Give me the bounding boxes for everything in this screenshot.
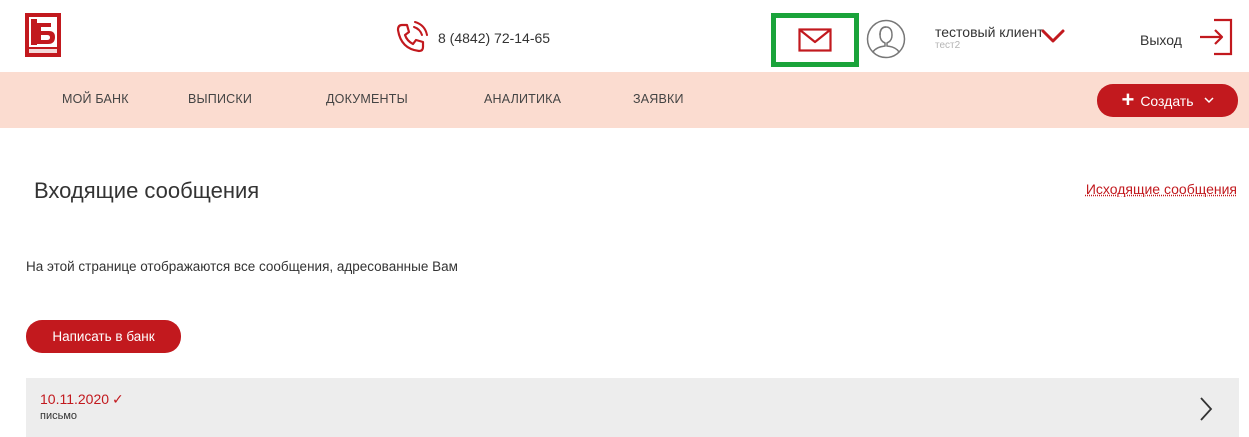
phone-icon [396, 21, 428, 53]
logout-icon[interactable] [1198, 17, 1234, 57]
message-row[interactable]: 10.11.2020 ✓ письмо [26, 378, 1239, 437]
user-avatar-icon[interactable] [866, 19, 906, 59]
create-button[interactable]: + Создать [1097, 84, 1238, 117]
main-nav: МОЙ БАНК ВЫПИСКИ ДОКУМЕНТЫ АНАЛИТИКА ЗАЯ… [0, 72, 1249, 128]
nav-item-requests[interactable]: ЗАЯВКИ [633, 92, 684, 106]
nav-item-analytics[interactable]: АНАЛИТИКА [484, 92, 561, 106]
page-description: На этой странице отображаются все сообще… [26, 259, 458, 274]
phone-number: 8 (4842) 72-14-65 [438, 30, 551, 46]
message-subject: письмо [40, 410, 78, 422]
chevron-right-icon[interactable] [1199, 396, 1213, 422]
nav-item-my-bank[interactable]: МОЙ БАНК [62, 92, 129, 106]
nav-item-statements[interactable]: ВЫПИСКИ [188, 92, 252, 106]
read-check-icon: ✓ [112, 391, 124, 407]
chevron-down-icon [1204, 97, 1214, 104]
outgoing-messages-link[interactable]: Исходящие сообщения [1086, 181, 1237, 197]
bank-logo-icon[interactable] [25, 13, 61, 57]
message-date: 10.11.2020 ✓ [40, 391, 124, 407]
messages-button[interactable] [771, 13, 859, 67]
top-header: 8 (4842) 72-14-65 тестовый клиент тест2 … [0, 0, 1249, 72]
page-title: Входящие сообщения [34, 178, 260, 203]
plus-icon: + [1121, 86, 1135, 112]
logout-link[interactable]: Выход [1140, 32, 1182, 48]
nav-item-documents[interactable]: ДОКУМЕНТЫ [326, 92, 408, 106]
chevron-down-icon[interactable] [1040, 28, 1066, 44]
mail-icon [798, 28, 832, 52]
create-button-label: Создать [1140, 92, 1194, 109]
write-to-bank-button[interactable]: Написать в банк [26, 320, 181, 353]
user-name[interactable]: тестовый клиент [935, 24, 1044, 40]
user-login: тест2 [935, 40, 961, 51]
